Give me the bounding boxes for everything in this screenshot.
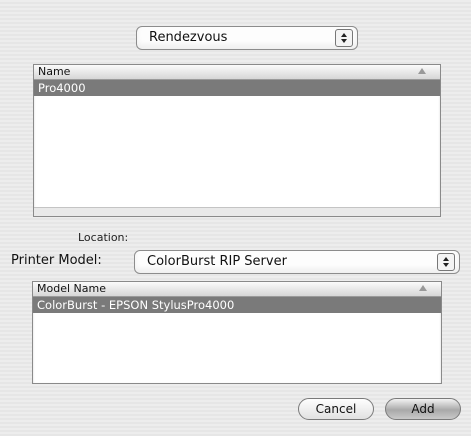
model-list[interactable]: Model Name ColorBurst - EPSON StylusPro4… xyxy=(32,281,442,384)
model-name: ColorBurst - EPSON StylusPro4000 xyxy=(37,298,235,312)
location-label: Location: xyxy=(78,231,129,244)
popup-arrows-icon xyxy=(335,29,353,47)
printer-row[interactable]: Pro4000 xyxy=(34,80,440,96)
horizontal-scrollbar[interactable] xyxy=(34,207,440,216)
printer-model-selected: ColorBurst RIP Server xyxy=(147,254,287,269)
printer-list-header[interactable]: Name xyxy=(34,65,440,80)
sort-ascending-icon xyxy=(418,68,426,74)
model-name-column-header[interactable]: Model Name xyxy=(37,282,106,295)
printer-list[interactable]: Name Pro4000 xyxy=(33,64,441,217)
name-column-header[interactable]: Name xyxy=(38,65,70,78)
add-button[interactable]: Add xyxy=(385,398,461,420)
printer-model-popup[interactable]: ColorBurst RIP Server xyxy=(134,250,460,274)
connection-type-label: Rendezvous xyxy=(149,30,228,45)
cancel-button[interactable]: Cancel xyxy=(298,398,374,420)
printer-model-label: Printer Model: xyxy=(11,253,102,268)
connection-type-popup[interactable]: Rendezvous xyxy=(136,26,358,50)
model-row[interactable]: ColorBurst - EPSON StylusPro4000 xyxy=(33,297,441,313)
sort-ascending-icon xyxy=(419,285,427,291)
model-list-header[interactable]: Model Name xyxy=(33,282,441,297)
popup-arrows-icon xyxy=(437,253,455,271)
printer-name: Pro4000 xyxy=(38,81,86,95)
